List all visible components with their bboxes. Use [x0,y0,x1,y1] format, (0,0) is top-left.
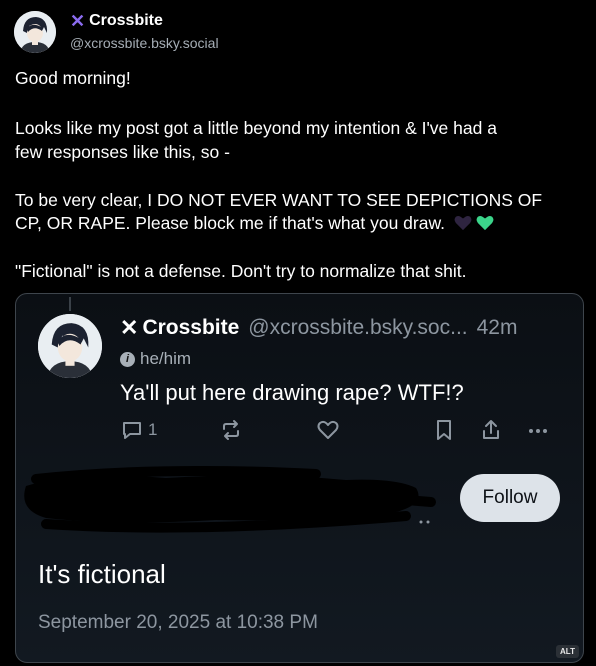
pronouns: i he/him [120,349,191,369]
post-line-4-wrap: CP, OR RAPE. Please block me if that's w… [15,211,494,235]
share-action [480,418,502,442]
reply-date: September 20, 2025 at 10:38 PM [38,612,318,633]
x-icon: ✕ [70,11,86,31]
quoted-header: ✕ Crossbite @xcrossbite.bsky.soc... 42m [120,316,517,340]
author-name-label: Crossbite [89,12,163,29]
bookmark-action [433,418,455,442]
author-handle[interactable]: @xcrossbite.bsky.social [70,35,219,51]
like-action [316,418,340,442]
post-line-3: To be very clear, I DO NOT EVER WANT TO … [15,190,543,210]
green-heart-icon [476,215,494,231]
quoted-text: Ya'll put here drawing rape? WTF!? [120,380,464,405]
embedded-image[interactable]: ✕ Crossbite @xcrossbite.bsky.soc... 42m … [15,293,584,663]
action-bar: 1 [16,418,583,446]
post-greeting: Good morning! [15,68,131,88]
alt-badge[interactable]: ALT [556,645,579,658]
quoted-name: Crossbite [142,316,240,339]
black-heart-icon [454,215,472,231]
share-icon [483,420,499,439]
thread-line [69,297,71,311]
x-icon: ✕ [120,315,139,340]
repost-action [219,418,243,442]
post-line-1: Looks like my post got a little beyond m… [15,118,497,138]
redaction-scribble [24,465,436,533]
heart-icon [317,420,339,439]
reply-text: It's fictional [38,559,166,589]
quoted-avatar [38,314,102,378]
author-avatar[interactable] [14,11,56,53]
post-line-4: CP, OR RAPE. Please block me if that's w… [15,213,446,233]
post-line-5: "Fictional" is not a defense. Don't try … [15,261,467,281]
quoted-time: 42m [476,316,518,339]
reply-action: 1 [120,418,157,442]
author-name[interactable]: ✕ Crossbite [70,12,163,30]
bookmark-icon [437,420,451,440]
quoted-handle: @xcrossbite.bsky.soc... [248,316,468,339]
info-icon: i [120,351,135,367]
more-action [526,418,550,442]
reply-count: 1 [148,420,158,439]
post-line-2: few responses like this, so - [15,142,230,162]
more-icon [529,429,547,433]
repost-icon [223,420,239,440]
follow-button: Follow [460,474,560,522]
pronouns-label: he/him [140,349,192,368]
reply-icon [123,422,141,439]
